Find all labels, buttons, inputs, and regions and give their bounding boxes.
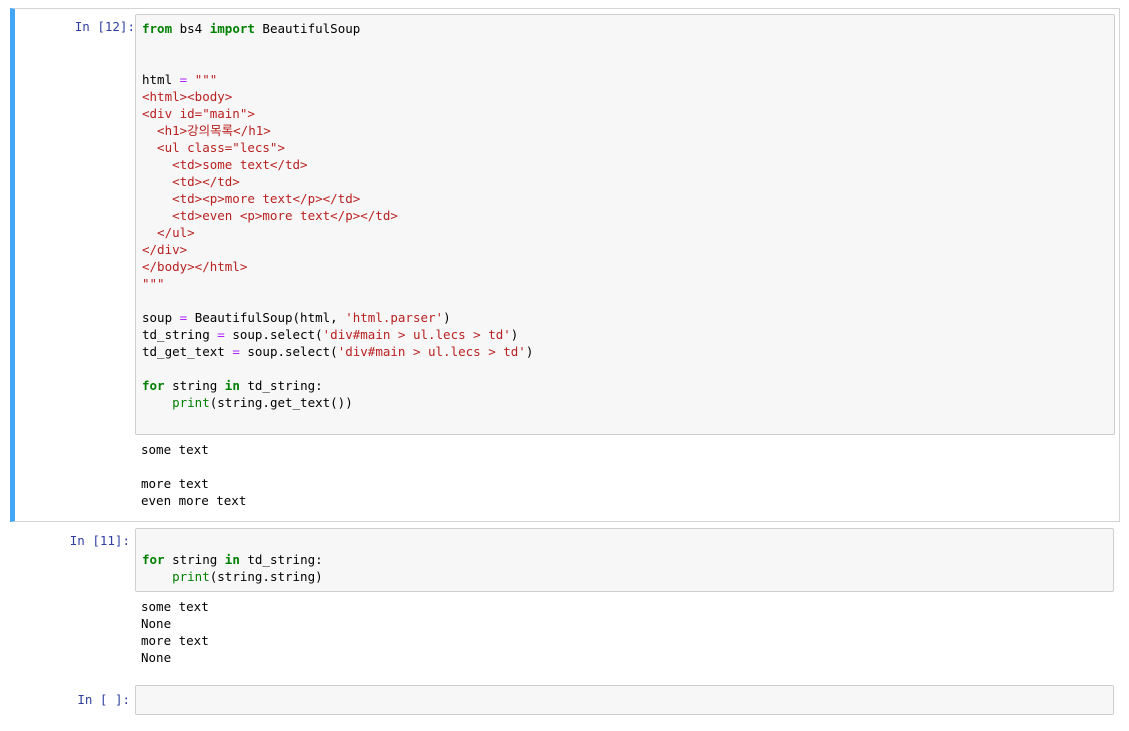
output-line: None bbox=[141, 650, 172, 665]
code-line: <td>even <p>more text</p></td> bbox=[142, 208, 398, 223]
code-line: <td>some text</td> bbox=[142, 157, 308, 172]
output-line: even more text bbox=[141, 493, 247, 508]
code-cell-12[interactable]: In [12]: from bs4 import BeautifulSoup h… bbox=[10, 8, 1120, 522]
output-line: more text bbox=[141, 633, 209, 648]
code-line: for string in td_string: bbox=[142, 552, 323, 567]
code-line: </div> bbox=[142, 242, 188, 257]
code-editor[interactable]: from bs4 import BeautifulSoup html = """… bbox=[135, 14, 1115, 435]
code-line: <ul class="lecs"> bbox=[142, 140, 285, 155]
code-line: """ bbox=[142, 276, 165, 291]
output-area: some text None more text None bbox=[141, 598, 1111, 670]
code-line: </body></html> bbox=[142, 259, 248, 274]
code-line: html = """ bbox=[142, 72, 218, 87]
input-prompt: In [12]: bbox=[74, 19, 135, 34]
code-line: soup = BeautifulSoup(html, 'html.parser'… bbox=[142, 310, 451, 325]
code-editor[interactable]: for string in td_string: print(string.st… bbox=[135, 528, 1114, 592]
code-line: print(string.get_text()) bbox=[172, 395, 353, 410]
input-prompt: In [ ]: bbox=[77, 692, 130, 707]
code-line: <h1>강의목록</h1> bbox=[142, 123, 271, 138]
output-line: some text bbox=[141, 599, 209, 614]
code-line: </ul> bbox=[142, 225, 195, 240]
input-prompt: In [11]: bbox=[69, 533, 130, 548]
code-cell-empty[interactable]: In [ ]: bbox=[10, 680, 1120, 720]
code-line: td_get_text = soup.select('div#main > ul… bbox=[142, 344, 534, 359]
code-line: from bs4 import BeautifulSoup bbox=[142, 21, 361, 36]
output-area: some text more text even more text bbox=[141, 441, 1111, 517]
code-line: for string in td_string: bbox=[142, 378, 323, 393]
output-line: some text bbox=[141, 442, 209, 457]
output-line: None bbox=[141, 616, 172, 631]
code-line: <td></td> bbox=[142, 174, 240, 189]
code-line: <html><body> bbox=[142, 89, 233, 104]
code-line: <div id="main"> bbox=[142, 106, 255, 121]
code-line: td_string = soup.select('div#main > ul.l… bbox=[142, 327, 519, 342]
output-line: more text bbox=[141, 476, 209, 491]
code-line: print(string.string) bbox=[172, 569, 323, 584]
code-cell-11[interactable]: In [11]: for string in td_string: print(… bbox=[10, 523, 1120, 678]
code-editor[interactable] bbox=[135, 685, 1114, 715]
code-line: <td><p>more text</p></td> bbox=[142, 191, 361, 206]
